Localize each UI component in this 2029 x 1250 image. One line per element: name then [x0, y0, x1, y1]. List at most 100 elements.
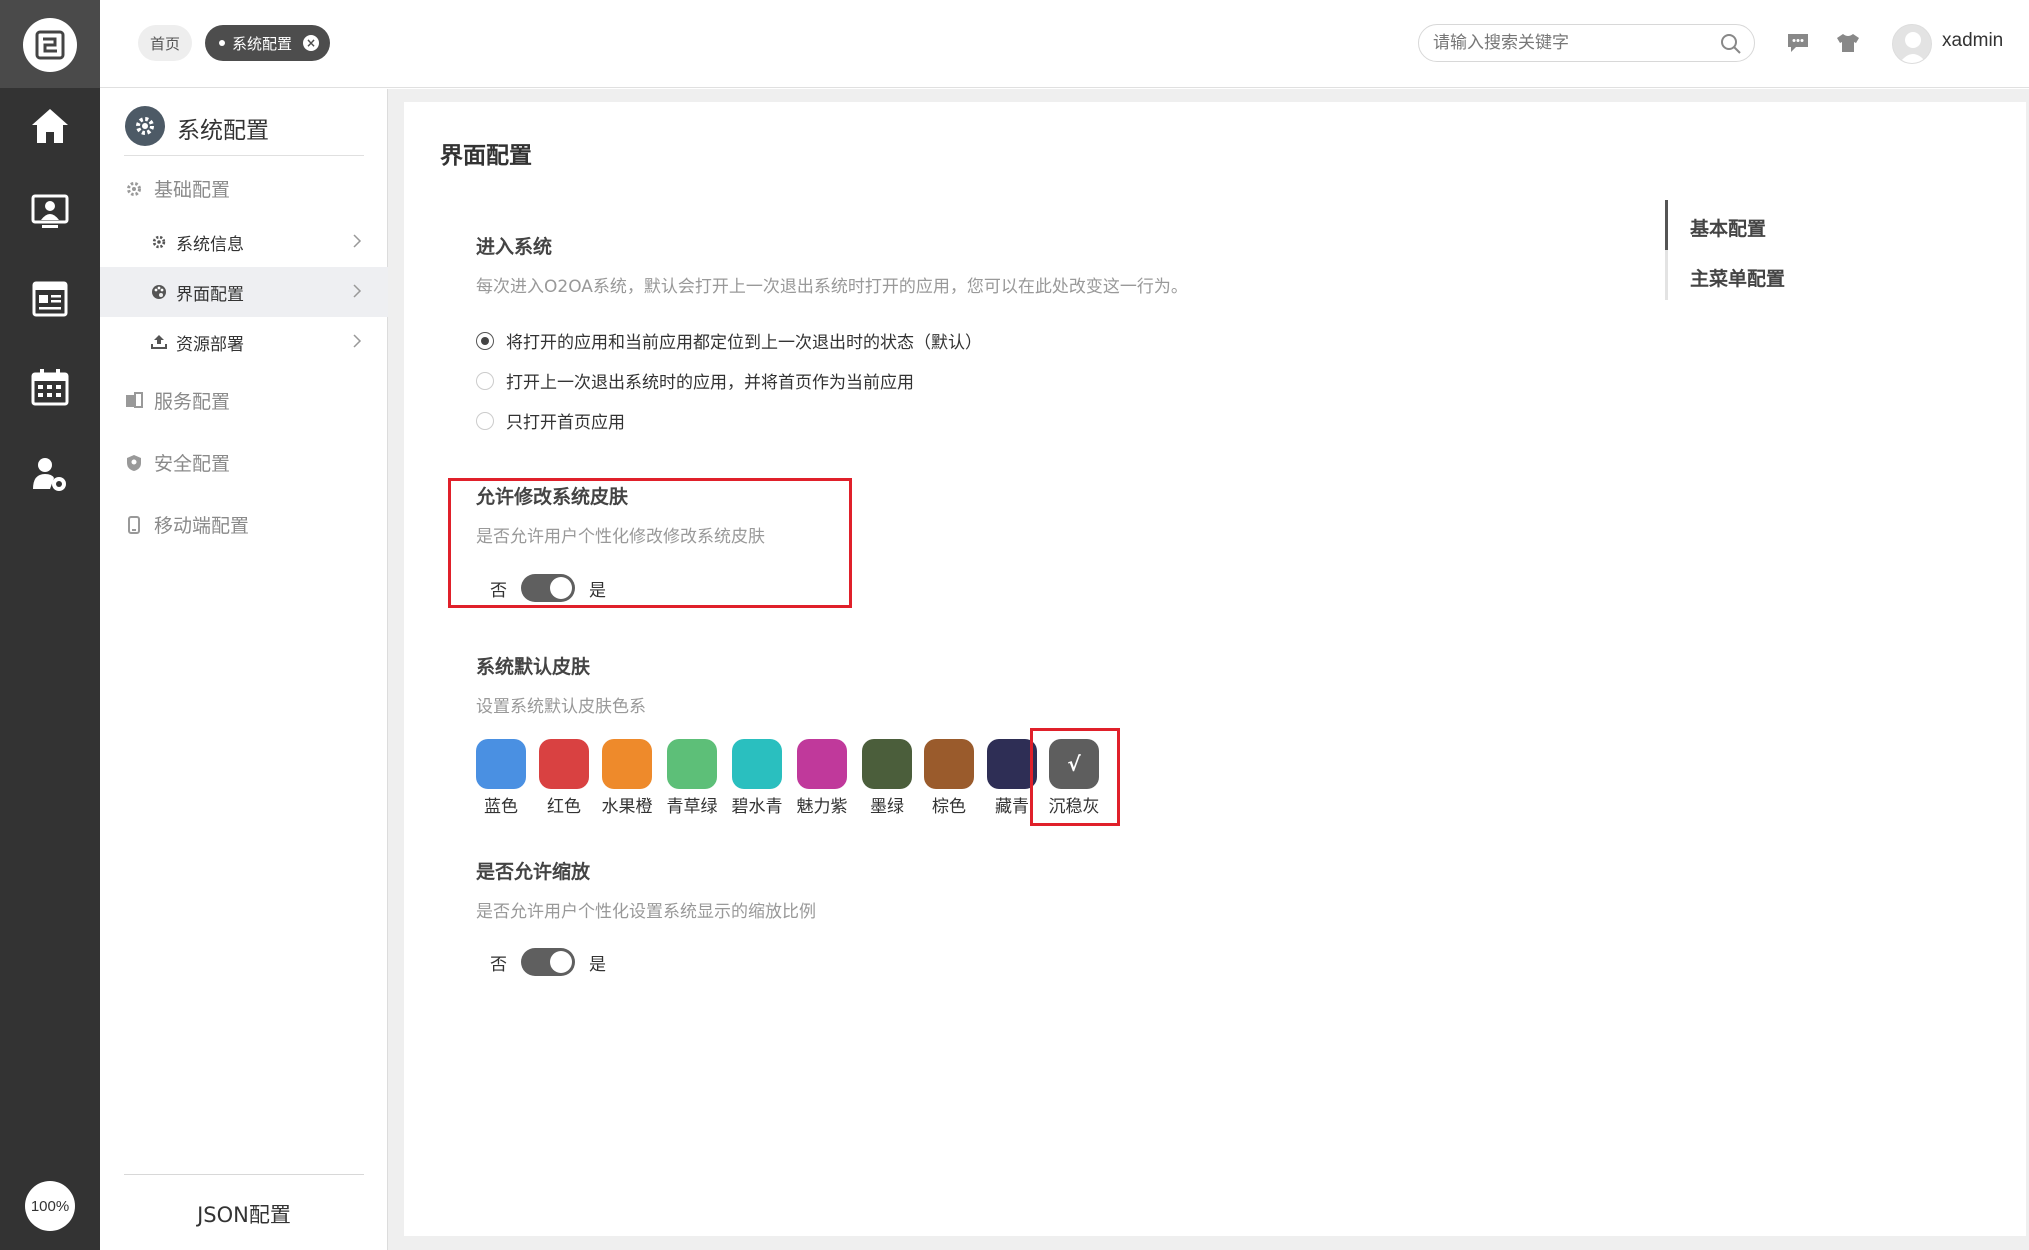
option-label: 将打开的应用和当前应用都定位到上一次退出时的状态（默认） [506, 333, 982, 353]
menu-group-service[interactable]: 服务配置 [124, 387, 230, 414]
allow-skin-switch-row: 否 是 [490, 574, 606, 602]
nav-calendar[interactable] [27, 364, 73, 410]
sidebar-item-label: 系统信息 [176, 234, 244, 255]
logo-area [0, 0, 100, 88]
config-header-icon [125, 106, 165, 146]
color-chip [862, 739, 912, 789]
menu-group-basic-label: 基础配置 [154, 179, 231, 201]
contacts-icon [31, 194, 69, 228]
skin-swatch-dark-green[interactable]: 墨绿 [862, 739, 912, 817]
skin-swatch-brown[interactable]: 棕色 [924, 739, 974, 817]
check-icon: √ [1067, 752, 1081, 776]
color-chip [602, 739, 652, 789]
allow-zoom-title: 是否允许缩放 [476, 861, 591, 883]
radio-button[interactable] [476, 411, 494, 430]
skin-swatch-red[interactable]: 红色 [539, 739, 589, 817]
json-config-link[interactable]: JSON配置 [100, 1199, 388, 1229]
skin-swatch-blue[interactable]: 蓝色 [476, 739, 526, 817]
nav-contacts[interactable] [27, 189, 73, 235]
sidebar-item-label: 界面配置 [176, 284, 244, 305]
skin-label: 红色 [547, 797, 581, 817]
service-icon [124, 391, 144, 410]
config-side-menu: 系统配置 基础配置 系统信息 界面配置 资源部署 服务配置 安全配置 移动端配置… [100, 89, 388, 1250]
allow-skin-title: 允许修改系统皮肤 [476, 486, 629, 508]
radio-button[interactable] [476, 371, 494, 390]
mobile-icon [124, 515, 144, 534]
divider [124, 155, 364, 156]
enter-system-option-1[interactable]: 将打开的应用和当前应用都定位到上一次退出时的状态（默认） [476, 328, 982, 353]
gear-icon [150, 234, 168, 250]
menu-group-security[interactable]: 安全配置 [124, 449, 230, 476]
anchor-basic-config[interactable]: 基本配置 [1690, 214, 1766, 241]
nav-home[interactable] [27, 103, 73, 149]
skin-shirt-icon[interactable] [1836, 32, 1860, 54]
search-icon[interactable] [1720, 33, 1742, 55]
tab-system-config-label: 系统配置 [232, 34, 293, 53]
admin-settings-icon [33, 458, 66, 491]
skin-swatch-grass-green[interactable]: 青草绿 [667, 739, 718, 817]
user-avatar-icon [1899, 32, 1927, 63]
toggle-knob [550, 577, 572, 599]
chevron-right-icon [353, 334, 362, 348]
color-chip [667, 739, 717, 789]
switch-off-label: 否 [490, 580, 507, 601]
username[interactable]: xadmin [1942, 30, 2003, 52]
allow-zoom-toggle[interactable] [521, 948, 575, 976]
radio-button[interactable] [476, 331, 494, 350]
sidebar-item-label: 资源部署 [176, 334, 244, 355]
default-skin-desc: 设置系统默认皮肤色系 [476, 697, 646, 717]
allow-skin-toggle[interactable] [521, 574, 575, 602]
skin-label: 青草绿 [666, 797, 718, 817]
search-input[interactable] [1433, 31, 1703, 55]
gear-icon [124, 180, 144, 198]
tab-system-config[interactable]: 系统配置 × [205, 25, 330, 61]
sidebar-item-system-info[interactable]: 系统信息 [100, 217, 388, 267]
left-nav: 100% [0, 0, 100, 1250]
skin-label: 碧水青 [731, 797, 783, 817]
color-chip: √ [1049, 739, 1099, 789]
nav-admin[interactable] [27, 452, 73, 498]
switch-on-label: 是 [589, 954, 606, 975]
menu-group-basic[interactable]: 基础配置 [124, 175, 230, 202]
chat-icon[interactable] [1786, 32, 1810, 54]
anchor-indicator-active [1665, 200, 1668, 250]
avatar[interactable] [1892, 24, 1932, 64]
menu-group-mobile-label: 移动端配置 [154, 515, 250, 537]
tab-home-label: 首页 [149, 34, 180, 53]
sidebar-item-resource-deploy[interactable]: 资源部署 [100, 317, 388, 367]
palette-icon [150, 284, 168, 300]
menu-group-service-label: 服务配置 [154, 391, 231, 413]
logo-icon [35, 30, 65, 60]
shield-icon [124, 454, 144, 472]
sidebar-item-ui-config[interactable]: 界面配置 [100, 267, 388, 317]
color-chip [476, 739, 526, 789]
skin-swatch-steady-gray[interactable]: √ 沉稳灰 [1049, 739, 1100, 817]
home-icon [32, 109, 68, 143]
skin-label: 蓝色 [484, 797, 518, 817]
toggle-knob [550, 951, 572, 973]
menu-group-mobile[interactable]: 移动端配置 [124, 511, 249, 538]
news-icon [32, 281, 68, 317]
calendar-icon [31, 369, 69, 406]
gear-icon [136, 117, 154, 135]
search-box [1418, 24, 1755, 62]
skin-swatch-cyan[interactable]: 碧水青 [732, 739, 783, 817]
skin-label: 墨绿 [870, 797, 904, 817]
anchor-main-menu-config[interactable]: 主菜单配置 [1690, 264, 1785, 291]
skin-swatch-orange[interactable]: 水果橙 [602, 739, 653, 817]
skin-swatch-purple[interactable]: 魅力紫 [797, 739, 848, 817]
switch-off-label: 否 [490, 954, 507, 975]
close-icon[interactable]: × [303, 35, 319, 51]
skin-label: 水果橙 [601, 797, 653, 817]
enter-system-option-3[interactable]: 只打开首页应用 [476, 408, 625, 433]
nav-news[interactable] [27, 276, 73, 322]
default-skin-title: 系统默认皮肤 [476, 656, 591, 678]
upload-icon [150, 334, 168, 350]
anchor-indicator [1665, 200, 1668, 300]
switch-on-label: 是 [589, 580, 606, 601]
enter-system-option-2[interactable]: 打开上一次退出系统时的应用，并将首页作为当前应用 [476, 368, 914, 393]
zoom-level-badge[interactable]: 100% [25, 1181, 75, 1231]
allow-zoom-desc: 是否允许用户个性化设置系统显示的缩放比例 [476, 902, 816, 922]
app-logo[interactable] [23, 18, 77, 72]
tab-home[interactable]: 首页 [138, 25, 192, 61]
